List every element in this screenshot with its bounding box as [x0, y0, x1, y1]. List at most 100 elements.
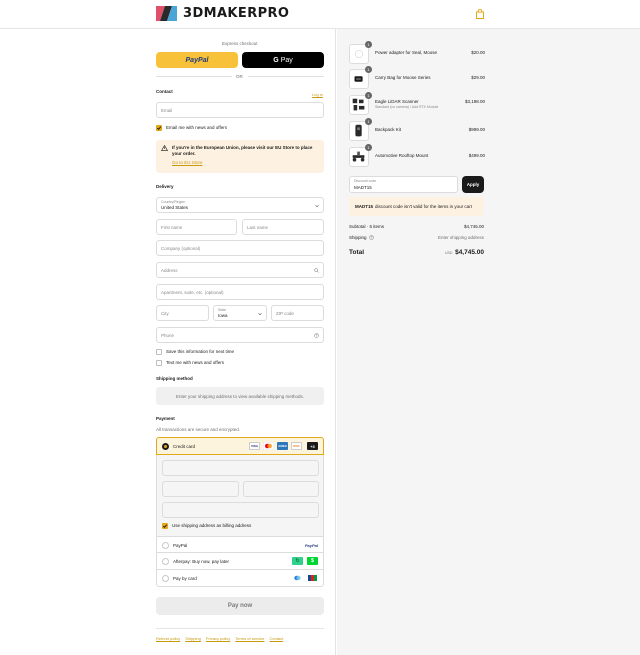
city-placeholder: City: [161, 311, 169, 316]
backpack-icon: [355, 124, 362, 137]
state-value: Iowa: [218, 313, 228, 318]
cart-item: 1 Carry Bag for Moose Series $29.00: [349, 66, 485, 89]
footer-divider: [156, 628, 324, 629]
item-variant: Standard (no camera) / Add RTK Module: [375, 105, 439, 109]
pay-by-card-radio[interactable]: [162, 575, 169, 582]
paypal-option-label: PayPal: [173, 543, 188, 548]
cart-item: 1 Automotive Rooftop Mount $499.00: [349, 144, 485, 167]
quantity-badge: 1: [365, 118, 372, 125]
card-name-field[interactable]: [162, 502, 319, 518]
jcb-icon: [308, 575, 317, 581]
shipping-method-placeholder: Enter your shipping address to view avai…: [156, 387, 324, 405]
credit-card-radio[interactable]: [162, 443, 169, 450]
terms-of-service-link[interactable]: Terms of service: [235, 636, 264, 641]
phone-placeholder: Phone: [161, 333, 175, 338]
email-field[interactable]: Email: [156, 102, 324, 118]
total-value: $4,745.00: [455, 249, 484, 256]
paypal-logo: PayPal: [304, 543, 318, 548]
zip-field[interactable]: ZIP code: [271, 305, 324, 321]
credit-card-option[interactable]: Credit card VISA AMEX DISC +3: [156, 437, 324, 455]
gpay-express-button[interactable]: G Pay: [242, 52, 324, 68]
item-price: $499.00: [468, 153, 485, 158]
card-fields-panel: Use shipping address as billing address: [156, 455, 324, 536]
apply-discount-button[interactable]: Apply: [462, 176, 484, 193]
email-news-label: Email me with news and offers: [166, 125, 227, 130]
state-select[interactable]: State Iowa: [213, 305, 267, 321]
checkmark-icon: [156, 126, 162, 130]
more-cards-badge: +3: [307, 442, 318, 450]
warning-icon: [161, 145, 168, 151]
or-divider-right: [248, 76, 324, 77]
privacy-policy-link[interactable]: Privacy policy: [206, 636, 230, 641]
discount-error-code: MADT15: [355, 204, 374, 209]
brand-logo[interactable]: 3DMAKERPRO: [156, 6, 289, 21]
discount-code-value: MADT15: [354, 184, 372, 190]
country-value: United States: [161, 205, 189, 210]
contact-link[interactable]: Contact: [269, 636, 283, 641]
paypal-radio[interactable]: [162, 542, 169, 549]
discount-code-field[interactable]: Discount code MADT15: [349, 176, 458, 193]
item-name: Backpack Kit: [375, 127, 402, 132]
item-name: Power adapter for Seal, Moose: [375, 50, 438, 55]
paypal-option[interactable]: PayPal PayPal: [156, 536, 324, 553]
help-icon[interactable]: [369, 235, 374, 240]
discount-error-text: discount code isn't valid for the items …: [375, 204, 472, 209]
discount-error-banner: MADT15 discount code isn't valid for the…: [349, 197, 484, 216]
search-icon: [314, 268, 319, 273]
card-expiry-field[interactable]: [162, 481, 239, 497]
refund-policy-link[interactable]: Refund policy: [156, 636, 180, 641]
or-label: OR: [236, 73, 243, 79]
country-select[interactable]: Country/Region United States: [156, 197, 324, 213]
save-info-checkbox[interactable]: [156, 349, 162, 355]
apartment-field[interactable]: Apartment, suite, etc. (optional): [156, 284, 324, 300]
card-cvv-field[interactable]: [243, 481, 319, 497]
contact-heading: Contact: [156, 89, 173, 94]
text-news-checkbox[interactable]: [156, 360, 162, 366]
eu-store-link[interactable]: Go to EU Store: [172, 160, 203, 165]
brand-name: 3DMAKERPRO: [183, 6, 290, 21]
phone-field[interactable]: Phone: [156, 327, 324, 343]
delivery-heading: Delivery: [156, 184, 174, 189]
mastercard-icon: [263, 442, 274, 450]
card-number-field[interactable]: [162, 460, 319, 476]
shopping-bag-icon[interactable]: [476, 9, 484, 19]
email-placeholder: Email: [161, 108, 173, 113]
company-placeholder: Company (optional): [161, 246, 201, 251]
paypal-express-button[interactable]: PayPal: [156, 52, 238, 68]
pay-now-button[interactable]: Pay now: [156, 597, 324, 615]
pay-by-card-option[interactable]: Pay by card: [156, 570, 324, 587]
afterpay-radio[interactable]: [162, 558, 169, 565]
quantity-badge: 1: [365, 92, 372, 99]
visa-icon: VISA: [249, 442, 260, 450]
shipping-link[interactable]: Shipping: [185, 636, 201, 641]
shipping-label: Shipping: [349, 235, 367, 240]
item-price: $3,198.00: [464, 99, 485, 104]
zip-placeholder: ZIP code: [276, 311, 294, 316]
billing-same-checkbox[interactable]: [162, 523, 168, 529]
login-link[interactable]: Log in: [312, 92, 323, 97]
link-icon: ↻: [292, 557, 303, 565]
company-field[interactable]: Company (optional): [156, 240, 324, 256]
item-price: $29.00: [471, 75, 485, 80]
address-field[interactable]: Address: [156, 262, 324, 278]
or-divider-left: [156, 76, 232, 77]
email-news-checkbox[interactable]: [156, 125, 162, 131]
gpay-label: Pay: [280, 56, 293, 64]
first-name-placeholder: First name: [161, 225, 183, 230]
city-field[interactable]: City: [156, 305, 209, 321]
logo-mark-icon: [156, 6, 177, 21]
last-name-field[interactable]: Last name: [242, 219, 324, 235]
shipping-method-message: Enter your shipping address to view avai…: [175, 393, 305, 399]
cash-app-icon: $: [307, 557, 318, 565]
amex-icon: AMEX: [277, 442, 288, 450]
help-icon[interactable]: [314, 333, 319, 338]
item-price: $20.00: [471, 50, 485, 55]
apartment-placeholder: Apartment, suite, etc. (optional): [161, 290, 224, 295]
eu-notice-banner: If you're in the European Union, please …: [156, 140, 324, 173]
afterpay-option-label: Afterpay: Buy now, pay later: [173, 559, 230, 564]
first-name-field[interactable]: First name: [156, 219, 237, 235]
afterpay-option[interactable]: Afterpay: Buy now, pay later ↻ $: [156, 553, 324, 570]
text-news-label: Text me with news and offers: [166, 360, 224, 365]
pay-by-card-option-label: Pay by card: [173, 576, 197, 581]
total-label: Total: [349, 249, 365, 256]
